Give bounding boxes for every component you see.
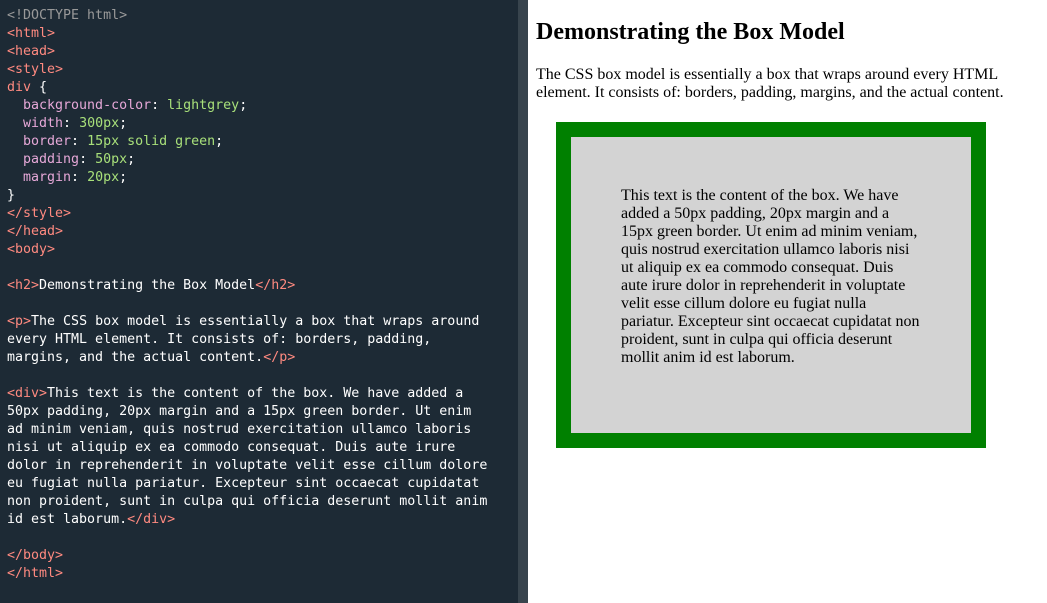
code-token: : [71, 134, 88, 149]
code-line: ad minim veniam, quis nostrud exercitati… [7, 421, 487, 439]
code-token: margins, and the actual content. [7, 350, 264, 365]
code-token: 300px [79, 116, 120, 131]
code-token: <style> [7, 62, 64, 77]
code-token: nisi ut aliquip ex ea commodo consequat.… [7, 440, 456, 455]
code-token: <p> [7, 314, 32, 329]
code-line: every HTML element. It consists of: bord… [7, 331, 487, 349]
code-line: </body> [7, 547, 487, 565]
code-token: 50px padding, 20px margin and a 15px gre… [7, 404, 472, 419]
code-token: <head> [7, 44, 56, 59]
code-token: The CSS box model is essentially a box t… [31, 314, 480, 329]
code-token: ; [239, 98, 248, 113]
code-line: <head> [7, 43, 487, 61]
code-line: id est laborum.</div> [7, 511, 487, 529]
code-token: background-color [7, 98, 152, 113]
code-line: border: 15px solid green; [7, 133, 487, 151]
code-token: Demonstrating the Box Model [39, 278, 256, 293]
code-token: This text is the content of the box. We … [47, 386, 464, 401]
code-line: 50px padding, 20px margin and a 15px gre… [7, 403, 487, 421]
preview-paragraph: The CSS box model is essentially a box t… [536, 66, 1004, 101]
code-token: : [151, 98, 168, 113]
code-token: </h2> [255, 278, 296, 293]
code-line: </style> [7, 205, 487, 223]
code-line: <!DOCTYPE html> [7, 7, 487, 25]
code-line: </head> [7, 223, 487, 241]
code-token: { [31, 80, 48, 95]
code-token: padding [7, 152, 80, 167]
code-line: dolor in reprehenderit in voluptate veli… [7, 457, 487, 475]
code-line: padding: 50px; [7, 151, 487, 169]
code-editor[interactable]: <!DOCTYPE html> <html> <head> <style> div { … [7, 7, 487, 583]
code-token: non proident, sunt in culpa qui officia … [7, 494, 488, 509]
code-token: <!DOCTYPE html> [7, 8, 128, 23]
code-token: div [7, 80, 32, 95]
code-token: border [7, 134, 72, 149]
code-token: 50px [95, 152, 128, 167]
code-token: every HTML element. It consists of: bord… [7, 332, 432, 347]
code-token: : [79, 152, 96, 167]
code-line: <style> [7, 61, 487, 79]
preview-heading: Demonstrating the Box Model [536, 19, 845, 45]
code-line: <body> [7, 241, 487, 259]
code-token: ; [127, 152, 136, 167]
code-token: </p> [263, 350, 296, 365]
code-token: ; [119, 116, 128, 131]
code-token: <h2> [7, 278, 40, 293]
code-token: <body> [7, 242, 56, 257]
code-token: id est laborum. [7, 512, 128, 527]
code-token: ; [119, 170, 128, 185]
preview-box: This text is the content of the box. We … [556, 122, 986, 448]
code-token: <div> [7, 386, 48, 401]
code-line: background-color: lightgrey; [7, 97, 487, 115]
code-line: <div>This text is the content of the box… [7, 385, 487, 403]
code-line: <html> [7, 25, 487, 43]
code-token: width [7, 116, 64, 131]
code-token: 15px solid green [87, 134, 216, 149]
code-line: <h2>Demonstrating the Box Model</h2> [7, 277, 487, 295]
code-token: </head> [7, 224, 64, 239]
code-token: dolor in reprehenderit in voluptate veli… [7, 458, 488, 473]
code-token: eu fugiat nulla pariatur. Excepteur sint… [7, 476, 480, 491]
code-line: div { [7, 79, 487, 97]
code-token: : [63, 116, 80, 131]
code-token: lightgrey [167, 98, 240, 113]
code-token: margin [7, 170, 72, 185]
code-line: non proident, sunt in culpa qui officia … [7, 493, 487, 511]
code-token: 20px [87, 170, 120, 185]
code-token: ; [215, 134, 224, 149]
code-line: width: 300px; [7, 115, 487, 133]
code-line: margins, and the actual content.</p> [7, 349, 487, 367]
code-line: <p>The CSS box model is essentially a bo… [7, 313, 487, 331]
code-token: : [71, 170, 88, 185]
code-token: <html> [7, 26, 56, 41]
result-preview-pane: Demonstrating the Box Model The CSS box … [528, 0, 1047, 603]
code-editor-pane[interactable]: <!DOCTYPE html> <html> <head> <style> div { … [0, 0, 518, 603]
pane-divider[interactable] [518, 0, 528, 603]
code-token: ad minim veniam, quis nostrud exercitati… [7, 422, 472, 437]
code-token: </body> [7, 548, 64, 563]
code-line: nisi ut aliquip ex ea commodo consequat.… [7, 439, 487, 457]
code-token: </style> [7, 206, 72, 221]
code-token: </html> [7, 566, 64, 581]
code-line: eu fugiat nulla pariatur. Excepteur sint… [7, 475, 487, 493]
code-line: } [7, 187, 487, 205]
code-token: </div> [127, 512, 176, 527]
code-line: margin: 20px; [7, 169, 487, 187]
code-token: } [7, 188, 16, 203]
code-line: </html> [7, 565, 487, 583]
